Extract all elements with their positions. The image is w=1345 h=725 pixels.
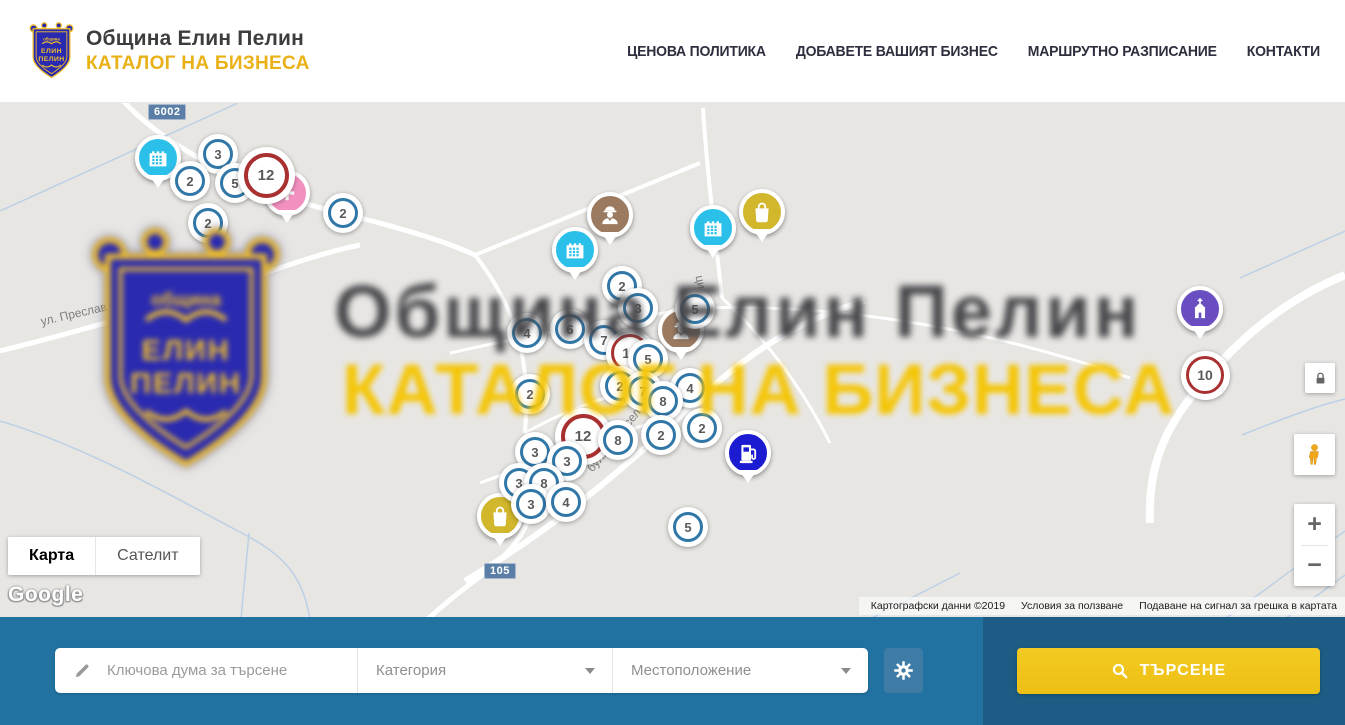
cluster-marker[interactable]: 4 xyxy=(546,482,586,522)
search-group: Категория Местоположение xyxy=(55,648,868,693)
cluster-marker[interactable]: 2 xyxy=(510,374,550,414)
keyword-field xyxy=(55,648,357,693)
lock-button[interactable] xyxy=(1305,363,1335,393)
shopping-bag-icon xyxy=(488,504,512,528)
pin-factory[interactable] xyxy=(690,205,736,251)
pencil-icon xyxy=(73,661,92,680)
road-number-badge: 105 xyxy=(484,563,516,579)
nav-item[interactable]: КОНТАКТИ xyxy=(1247,43,1320,60)
cluster-marker[interactable]: 10 xyxy=(1181,351,1230,400)
gear-icon xyxy=(893,660,914,681)
report-error-link[interactable]: Подаване на сигнал за грешка в картата xyxy=(1139,600,1337,612)
search-button[interactable]: ТЪРСЕНЕ xyxy=(1017,648,1320,694)
map-attribution: Картографски данни ©2019 Условия за полз… xyxy=(859,597,1345,615)
location-select[interactable]: Местоположение xyxy=(612,648,868,693)
map-type-satellite-button[interactable]: Сателит xyxy=(95,537,199,575)
cluster-marker[interactable]: 12 xyxy=(238,147,295,204)
cluster-marker[interactable]: 2 xyxy=(188,203,228,243)
location-value: Местоположение xyxy=(631,662,751,679)
pin-bag[interactable] xyxy=(739,189,785,235)
main-nav: ЦЕНОВА ПОЛИТИКА ДОБАВЕТЕ ВАШИЯТ БИЗНЕС МАР… xyxy=(627,43,1320,59)
road-number-badge: 6002 xyxy=(148,104,186,120)
factory-icon xyxy=(563,238,587,262)
pin-church[interactable] xyxy=(1177,286,1223,332)
shopping-bag-icon xyxy=(750,200,774,224)
nav-item[interactable]: МАРШРУТНО РАЗПИСАНИЕ xyxy=(1028,43,1217,60)
keyword-input[interactable] xyxy=(105,661,345,680)
zoom-control: + − xyxy=(1294,504,1335,586)
category-value: Категория xyxy=(376,662,446,679)
category-select[interactable]: Категория xyxy=(357,648,612,693)
zoom-in-button[interactable]: + xyxy=(1294,504,1335,545)
map-canvas[interactable]: 6002105 ул. Преславбул. „Новоселци 32512… xyxy=(0,103,1345,617)
cluster-marker[interactable]: 2 xyxy=(170,161,210,201)
map-type-map-button[interactable]: Карта xyxy=(8,537,95,575)
search-icon xyxy=(1111,662,1129,680)
street-label: ци xyxy=(693,274,710,290)
fuel-pump-icon xyxy=(736,441,760,465)
pin-fuel[interactable] xyxy=(725,430,771,476)
pin-factory[interactable] xyxy=(552,227,598,273)
chevron-down-icon xyxy=(585,668,595,674)
lock-icon xyxy=(1313,371,1328,386)
svg-text:ЕЛИН: ЕЛИН xyxy=(41,48,62,55)
cluster-marker[interactable]: 2 xyxy=(641,415,681,455)
brand-text: Община Елин Пелин КАТАЛОГ НА БИЗНЕСА xyxy=(86,27,310,75)
pegman-button[interactable] xyxy=(1294,434,1335,475)
church-icon xyxy=(1188,297,1212,321)
svg-text:ПЕЛИН: ПЕЛИН xyxy=(38,56,64,63)
cluster-marker[interactable]: 4 xyxy=(507,313,547,353)
pin-worker[interactable] xyxy=(587,192,633,238)
cluster-marker[interactable]: 2 xyxy=(323,193,363,233)
cluster-marker[interactable]: 3 xyxy=(511,484,551,524)
nav-item[interactable]: ДОБАВЕТЕ ВАШИЯТ БИЗНЕС xyxy=(796,43,998,60)
nav-item[interactable]: ЦЕНОВА ПОЛИТИКА xyxy=(627,43,766,60)
pegman-icon xyxy=(1303,443,1326,466)
search-button-label: ТЪРСЕНЕ xyxy=(1140,662,1227,680)
cluster-marker[interactable]: 2 xyxy=(682,408,722,448)
map-type-control: Карта Сателит xyxy=(8,537,200,575)
page: община ЕЛИН ПЕЛИН Община Елин Пелин КАТА… xyxy=(0,0,1345,725)
search-panel: Категория Местоположение xyxy=(0,617,1345,725)
municipality-emblem-logo: община ЕЛИН ПЕЛИН xyxy=(28,20,75,82)
cluster-marker[interactable]: 3 xyxy=(618,288,658,328)
chevron-down-icon xyxy=(841,668,851,674)
terms-link[interactable]: Условия за ползване xyxy=(1021,600,1123,612)
header: община ЕЛИН ПЕЛИН Община Елин Пелин КАТА… xyxy=(0,0,1345,103)
brand-subtitle: КАТАЛОГ НА БИЗНЕСА xyxy=(86,53,310,75)
brand-title: Община Елин Пелин xyxy=(86,27,310,51)
worker-icon xyxy=(598,203,622,227)
factory-icon xyxy=(146,146,170,170)
cluster-marker[interactable]: 5 xyxy=(675,289,715,329)
cluster-marker[interactable]: 8 xyxy=(598,420,638,460)
google-logo[interactable]: Google xyxy=(8,583,83,607)
map-copyright: Картографски данни ©2019 xyxy=(871,600,1005,612)
brand-logo-link[interactable]: община ЕЛИН ПЕЛИН Община Елин Пелин КАТА… xyxy=(28,20,310,82)
advanced-settings-button[interactable] xyxy=(884,648,923,693)
svg-text:община: община xyxy=(43,36,60,41)
cluster-marker[interactable]: 5 xyxy=(668,507,708,547)
zoom-out-button[interactable]: − xyxy=(1294,546,1335,587)
factory-icon xyxy=(701,216,725,240)
